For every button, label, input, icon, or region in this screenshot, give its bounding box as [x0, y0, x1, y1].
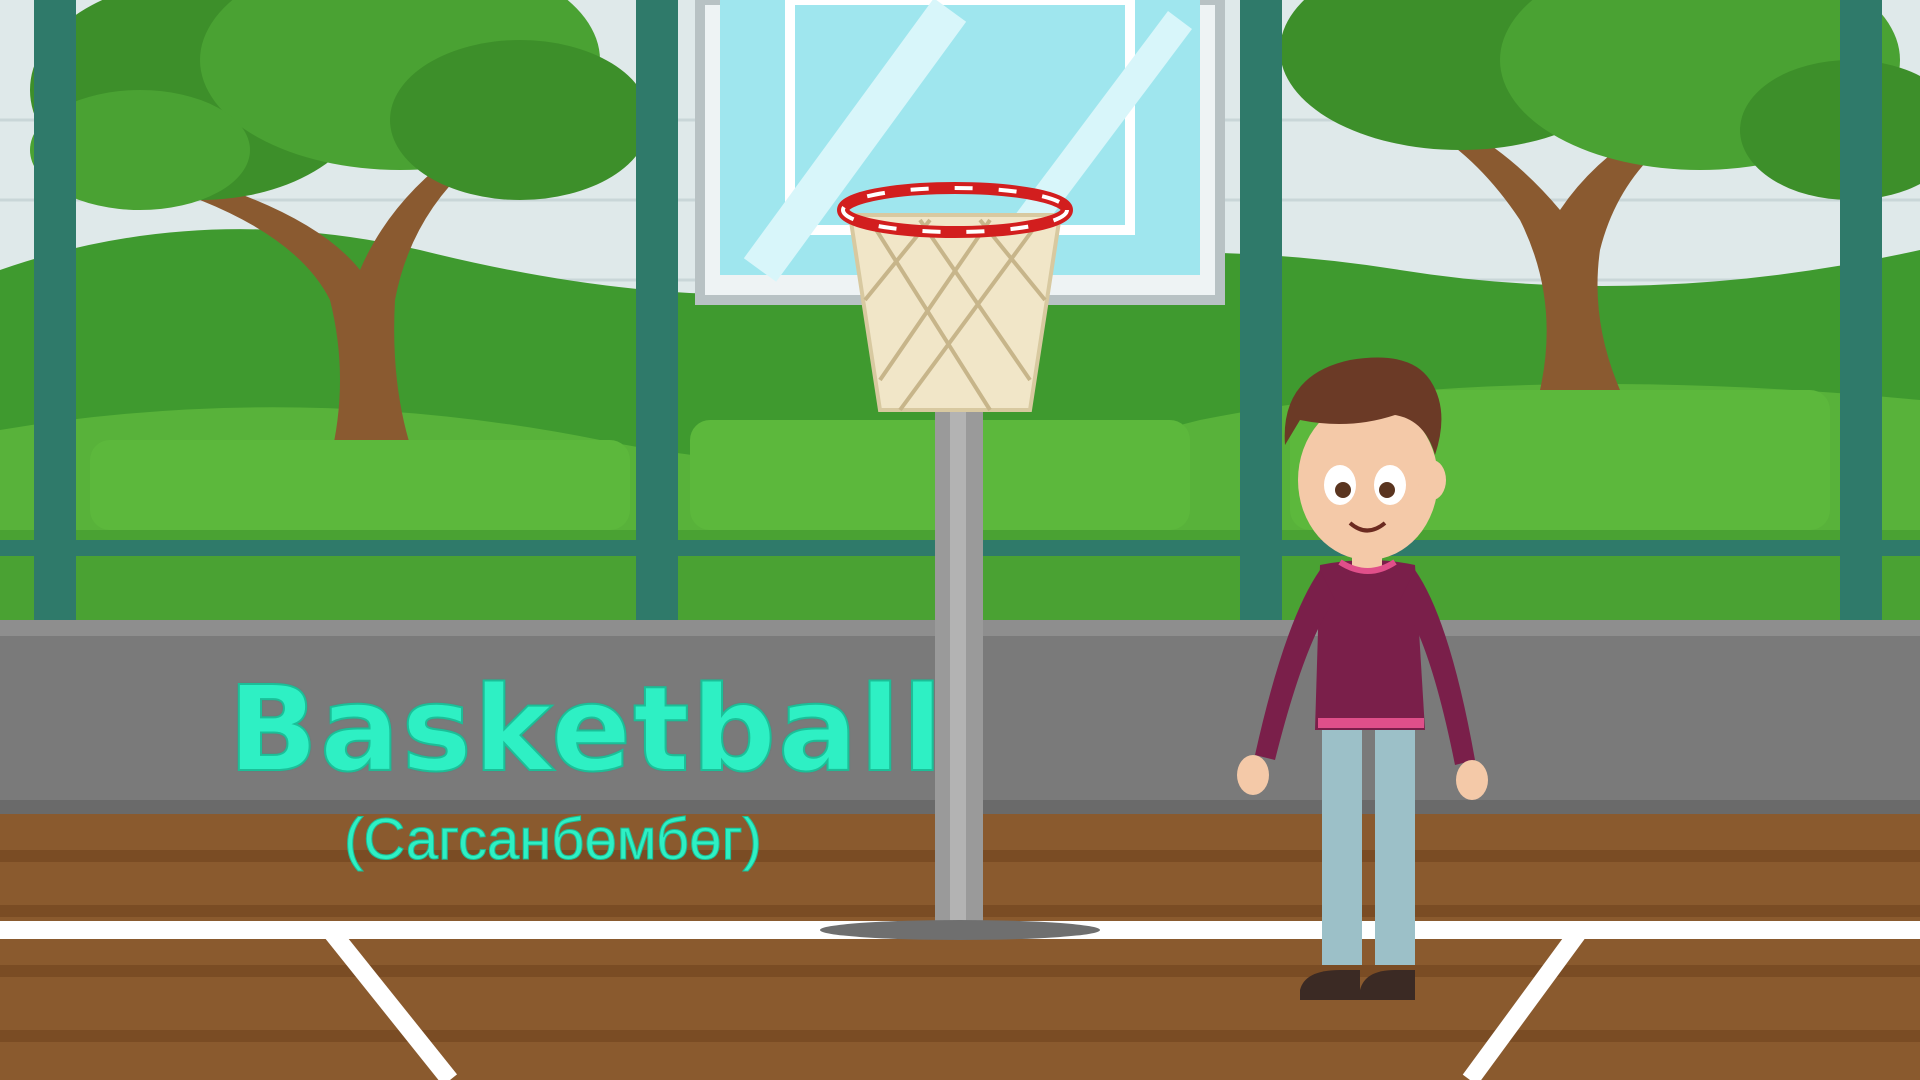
scene: Basketball (Сагсанбөмбөг): [0, 0, 1920, 1080]
background-illustration: [0, 0, 1920, 1080]
caption-translation: (Сагсанбөмбөг): [344, 807, 763, 873]
caption-word: Basketball: [227, 659, 945, 799]
hedge: [90, 440, 630, 530]
